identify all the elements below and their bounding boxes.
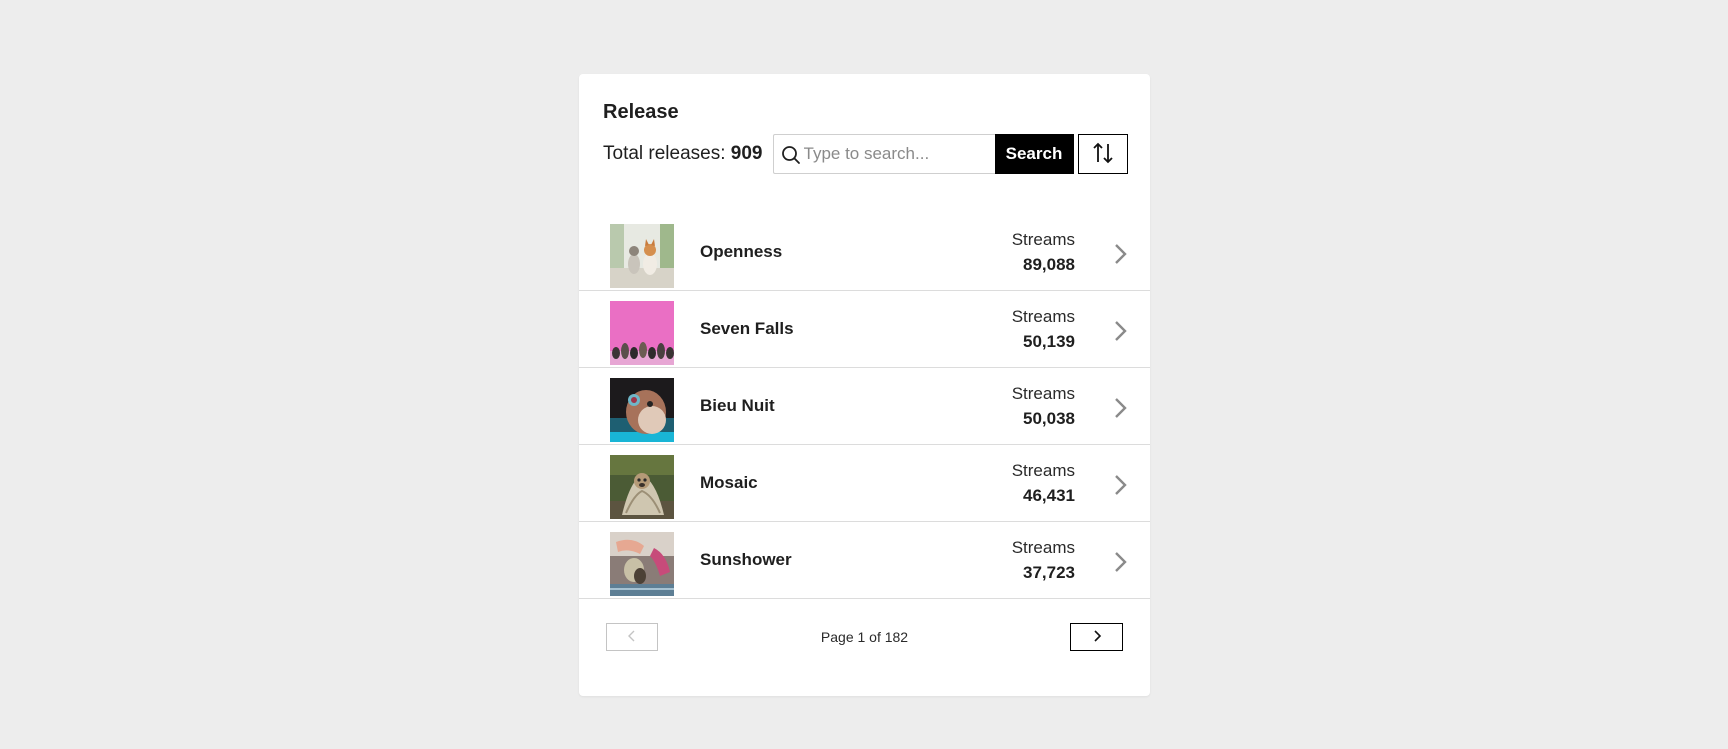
streams-label: Streams bbox=[1011, 461, 1075, 480]
chevron-right-icon bbox=[1110, 550, 1130, 574]
streams-count: 37,723 bbox=[1023, 563, 1075, 582]
streams-label: Streams bbox=[1011, 538, 1075, 557]
streams-label: Streams bbox=[1011, 384, 1075, 403]
page-indicator: Page 1 of 182 bbox=[820, 629, 909, 645]
card-title: Release bbox=[603, 101, 679, 123]
total-releases: Total releases: 909 bbox=[603, 143, 763, 165]
chevron-right-icon bbox=[1110, 319, 1130, 343]
release-title: Seven Falls bbox=[700, 319, 794, 338]
release-thumbnail bbox=[610, 301, 674, 365]
search-icon bbox=[781, 145, 801, 165]
release-title: Mosaic bbox=[700, 473, 758, 492]
release-row[interactable]: Mosaic Streams 46,431 bbox=[579, 445, 1150, 522]
release-row[interactable]: Bieu Nuit Streams 50,038 bbox=[579, 368, 1150, 445]
release-row[interactable]: Openness Streams 89,088 bbox=[579, 214, 1150, 291]
total-releases-count: 909 bbox=[730, 143, 763, 164]
streams-label: Streams bbox=[1011, 230, 1075, 249]
streams-label: Streams bbox=[1011, 307, 1075, 326]
release-list: Openness Streams 89,088 Seven Falls Stre… bbox=[579, 214, 1150, 599]
chevron-right-icon bbox=[1110, 473, 1130, 497]
streams-count: 50,038 bbox=[1023, 409, 1075, 428]
release-title: Openness bbox=[700, 242, 783, 261]
search-button[interactable]: Search bbox=[994, 134, 1074, 174]
search-box bbox=[772, 134, 995, 174]
chevron-right-icon bbox=[1110, 242, 1130, 266]
total-releases-label: Total releases: bbox=[603, 143, 726, 164]
sort-arrows-icon bbox=[1092, 141, 1114, 168]
streams-count: 50,139 bbox=[1023, 332, 1075, 351]
pagination: Page 1 of 182 bbox=[579, 623, 1150, 653]
sort-button[interactable] bbox=[1077, 134, 1128, 174]
release-title: Sunshower bbox=[700, 550, 792, 569]
toolbar: Total releases: 909 Search bbox=[603, 134, 1128, 174]
chevron-right-icon bbox=[1110, 396, 1130, 420]
release-thumbnail bbox=[610, 378, 674, 442]
search-input[interactable] bbox=[803, 135, 992, 173]
release-card: Release Total releases: 909 Search bbox=[579, 74, 1150, 696]
streams-count: 89,088 bbox=[1023, 255, 1075, 274]
streams-count: 46,431 bbox=[1023, 486, 1075, 505]
release-row[interactable]: Seven Falls Streams 50,139 bbox=[579, 291, 1150, 368]
release-thumbnail bbox=[610, 224, 674, 288]
chevron-right-icon bbox=[1092, 629, 1102, 646]
next-page-button[interactable] bbox=[1070, 623, 1123, 651]
release-thumbnail bbox=[610, 455, 674, 519]
release-title: Bieu Nuit bbox=[700, 396, 775, 415]
release-row[interactable]: Sunshower Streams 37,723 bbox=[579, 522, 1150, 599]
release-thumbnail bbox=[610, 532, 674, 596]
